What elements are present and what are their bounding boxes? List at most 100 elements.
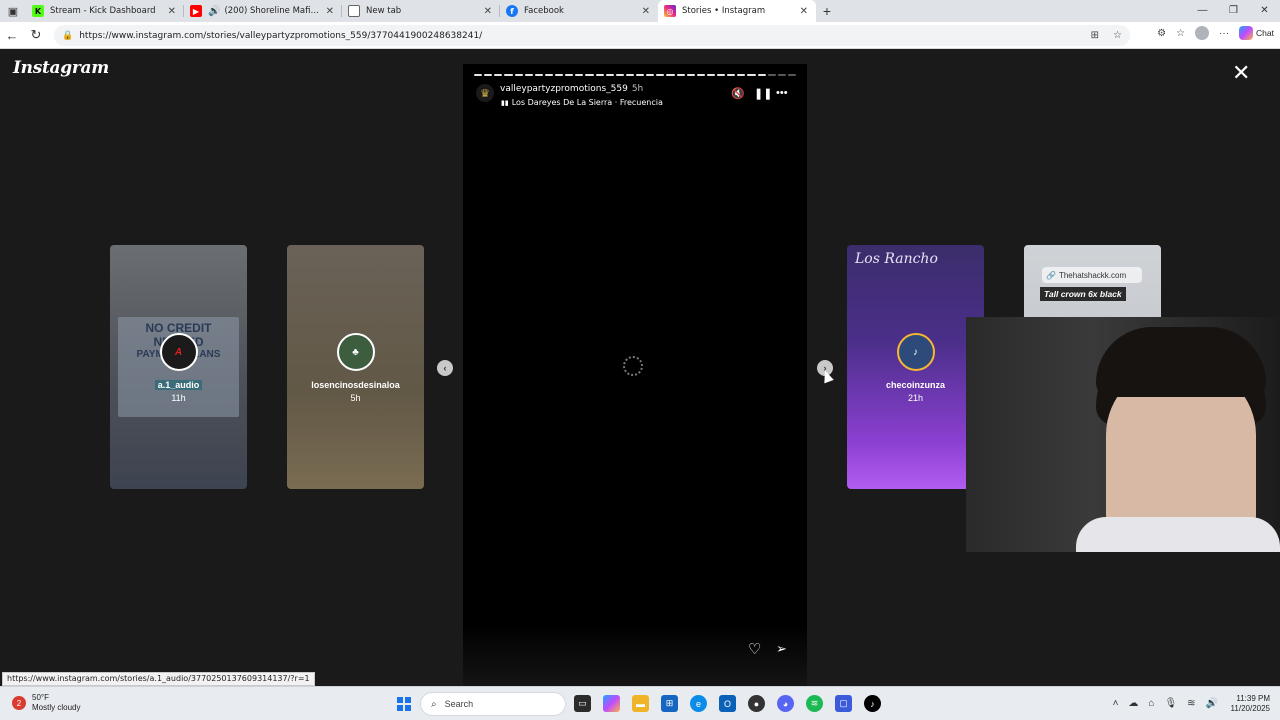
extensions-icon[interactable]: ⚙ (1157, 28, 1166, 39)
webcam-hair (1096, 327, 1266, 397)
profile-icon[interactable] (1195, 26, 1210, 40)
tiktok-icon[interactable]: ♪ (864, 695, 881, 712)
new-tab-button[interactable]: + (816, 3, 838, 19)
more-options-icon[interactable]: ••• (776, 87, 788, 99)
apps-icon[interactable]: ⊞ (1091, 30, 1099, 41)
tab-instagram[interactable]: ◎ Stories • Instagram ✕ (658, 0, 816, 22)
file-explorer-icon[interactable]: ▬ (632, 695, 649, 712)
weather-widget[interactable]: 2 50°F Mostly cloudy (12, 693, 80, 713)
tab-title: (200) Shoreline Mafia - Nun (224, 6, 322, 16)
audio-playing-icon[interactable]: 🔊 (208, 6, 220, 17)
close-tab-icon[interactable]: ✕ (642, 6, 650, 17)
tab-actions-icon[interactable]: ▣ (0, 0, 26, 22)
mute-icon[interactable]: 🔇 (731, 87, 745, 100)
active-story[interactable]: ♛ valleypartyzpromotions_559 5h ▮▮ Los Dar… (463, 64, 807, 686)
lock-icon[interactable]: 🔒 (62, 31, 73, 41)
copilot-icon (1239, 26, 1254, 40)
obs-icon[interactable]: ● (748, 695, 765, 712)
copilot-icon[interactable] (603, 695, 620, 712)
url-text: https://www.instagram.com/stories/valley… (79, 30, 483, 41)
window-controls: — ❐ ✕ (1187, 0, 1280, 22)
music-label: Los Dareyes De La Sierra · Frecuencia (511, 98, 663, 107)
story-preview-a1-audio[interactable]: NO CREDIT NEEDED PAYMENT PLANS A a.1_aud… (110, 245, 247, 489)
avatar: ♪ (896, 333, 935, 371)
close-tab-icon[interactable]: ✕ (800, 6, 808, 17)
tab-title: New tab (366, 6, 402, 16)
chevron-up-icon[interactable]: ˄ (1113, 698, 1119, 709)
chat-button[interactable]: Chat (1239, 26, 1274, 40)
tab-youtube[interactable]: ▶ 🔊 (200) Shoreline Mafia - Nun ✕ (184, 0, 342, 22)
favorite-star-icon[interactable]: ☆ (1113, 30, 1122, 41)
story-music[interactable]: ▮▮ Los Dareyes De La Sierra · Frecuencia (501, 98, 663, 107)
story-time: 11h (171, 393, 186, 403)
pause-icon[interactable]: ❚❚ (754, 87, 772, 100)
taskbar-apps: ▭ ▬ ⊞ e O ● ◕ ≋ ▢ ♪ (574, 695, 881, 712)
facebook-icon: f (506, 5, 518, 17)
discord-icon[interactable]: ◕ (777, 695, 794, 712)
previous-story-icon[interactable]: ‹ (437, 360, 453, 376)
edge-icon[interactable]: e (690, 695, 707, 712)
windows-taskbar: 2 50°F Mostly cloudy ⌕ Search ▭ ▬ ⊞ e O ●… (0, 686, 1280, 720)
spotify-icon[interactable]: ≋ (806, 695, 823, 712)
address-bar-row: ← ↻ 🔒 https://www.instagram.com/stories/… (0, 22, 1280, 49)
weather-text: 50°F Mostly cloudy (32, 693, 81, 712)
microphone-icon[interactable]: 🎙 (1164, 698, 1177, 709)
avatar: A (159, 333, 198, 371)
outlook-icon[interactable]: O (719, 695, 736, 712)
taskbar-clock[interactable]: 11:39 PM 11/20/2025 (1231, 694, 1270, 714)
back-icon[interactable]: ← (0, 28, 24, 43)
close-tab-icon[interactable]: ✕ (326, 6, 334, 17)
windows-start-icon[interactable] (397, 697, 411, 711)
tab-kick[interactable]: K Stream - Kick Dashboard ✕ (26, 0, 184, 22)
task-view-icon[interactable]: ▭ (574, 695, 591, 712)
app-icon[interactable]: ▢ (835, 695, 852, 712)
search-placeholder: Search (444, 699, 474, 709)
tab-title: Stream - Kick Dashboard (50, 6, 156, 16)
minimize-icon[interactable]: — (1187, 0, 1218, 22)
collections-icon[interactable]: ☆ (1176, 28, 1185, 39)
restore-icon[interactable]: ❐ (1218, 0, 1249, 22)
browser-toolbar: ⚙ ☆ ··· Chat (1157, 26, 1274, 40)
story-text: Los Rancho (855, 251, 938, 267)
share-send-icon[interactable]: ➢ (776, 641, 787, 657)
tab-facebook[interactable]: f Facebook ✕ (500, 0, 658, 22)
instagram-logo[interactable]: Instagram (13, 58, 109, 78)
taskbar-search-input[interactable]: ⌕ Search (420, 692, 566, 716)
newtab-icon (348, 5, 360, 17)
link-icon: 🔗 (1046, 270, 1056, 280)
story-preview-losencinos[interactable]: ♣ losencinosdesinaloa 5h (287, 245, 424, 489)
link-sticker: 🔗 Thehatshackk.com (1042, 267, 1142, 283)
story-header: valleypartyzpromotions_559 5h (500, 84, 643, 94)
like-heart-icon[interactable]: ♡ (748, 640, 761, 658)
webcam-overlay (966, 317, 1280, 552)
story-time: 5h (631, 84, 644, 94)
close-stories-icon[interactable]: ✕ (1232, 62, 1250, 84)
store-icon[interactable]: ⊞ (661, 695, 678, 712)
story-progress-bar (474, 74, 796, 76)
refresh-icon[interactable]: ↻ (24, 27, 48, 43)
url-field[interactable]: 🔒 https://www.instagram.com/stories/vall… (54, 25, 1130, 46)
story-preview-checoinzunza[interactable]: Los Rancho ♪ checoinzunza 21h (847, 245, 984, 489)
avatar[interactable]: ♛ (476, 84, 494, 102)
wifi-icon[interactable]: ≋ (1187, 698, 1195, 709)
tab-title: Stories • Instagram (682, 6, 766, 16)
kick-icon: K (32, 5, 44, 17)
system-tray: ˄ ☁ ⌂ 🎙 ≋ 🔊 (1113, 698, 1218, 709)
instagram-icon: ◎ (664, 5, 676, 17)
story-username[interactable]: valleypartyzpromotions_559 (500, 84, 628, 94)
search-icon: ⌕ (431, 698, 437, 710)
chat-label: Chat (1256, 28, 1274, 38)
status-url: https://www.instagram.com/stories/a.1_au… (2, 672, 315, 686)
webcam-shirt (1076, 517, 1280, 552)
volume-icon[interactable]: 🔊 (1206, 698, 1218, 709)
onedrive-icon[interactable]: ☁ (1128, 698, 1138, 709)
loading-spinner-icon (623, 356, 643, 376)
more-icon[interactable]: ··· (1219, 28, 1229, 39)
network-icon[interactable]: ⌂ (1148, 698, 1154, 709)
tab-newtab[interactable]: New tab ✕ (342, 0, 500, 22)
window-close-icon[interactable]: ✕ (1249, 0, 1280, 22)
tab-title: Facebook (524, 6, 564, 16)
close-tab-icon[interactable]: ✕ (168, 6, 176, 17)
close-tab-icon[interactable]: ✕ (484, 6, 492, 17)
story-time: 5h (350, 393, 361, 403)
